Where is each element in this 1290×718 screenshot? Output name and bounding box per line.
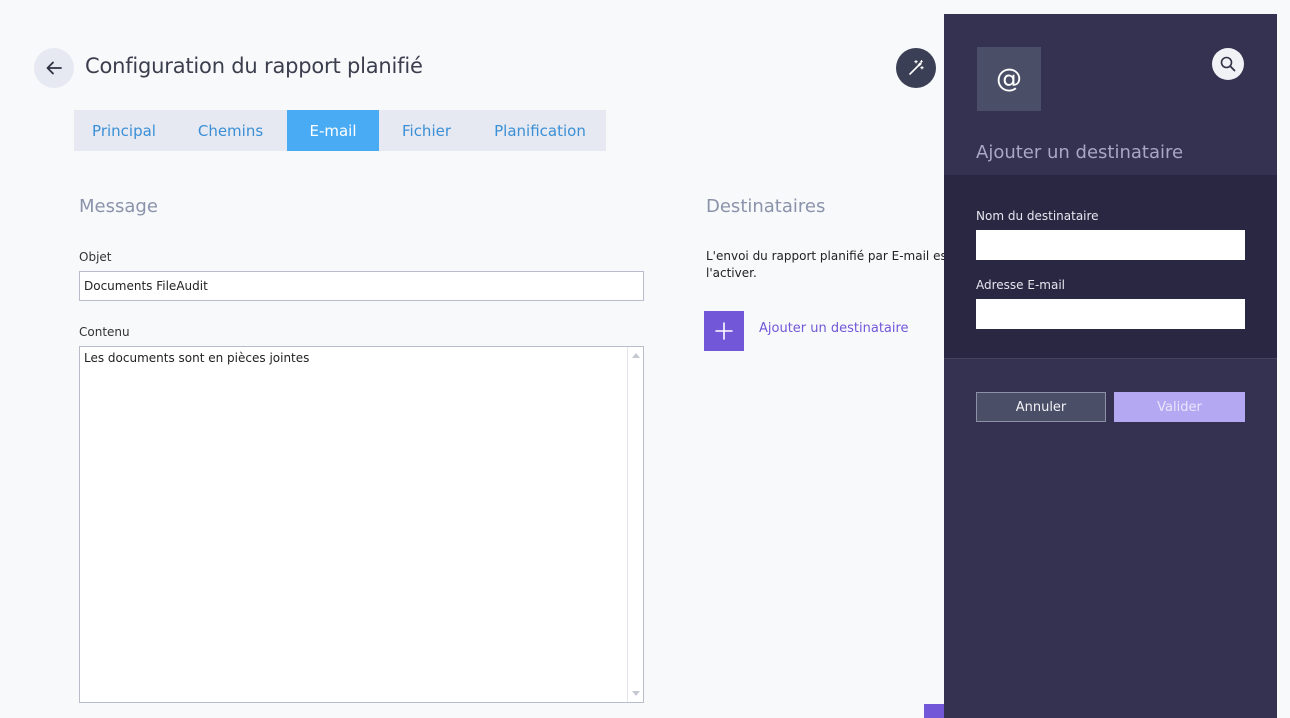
back-button[interactable] [34,48,74,88]
add-recipient-link[interactable]: Ajouter un destinataire [759,321,909,336]
cancel-button[interactable]: Annuler [976,392,1106,422]
scroll-down-icon[interactable] [632,691,640,696]
recipient-name-label: Nom du destinataire [976,209,1099,223]
tab-bar: Principal Chemins E-mail Fichier Planifi… [74,110,606,151]
content-text: Les documents sont en pièces jointes [84,351,310,365]
arrow-left-icon [46,61,62,75]
magic-wand-icon [909,59,924,75]
recipients-section-title: Destinataires [706,196,826,217]
recipient-email-input[interactable] [976,299,1245,329]
tab-fichier[interactable]: Fichier [379,110,474,151]
panel-search-button[interactable] [1212,48,1244,80]
recipients-description-line1: L'envoi du rapport planifié par E-mail e… [706,249,946,263]
recipients-description-line2: l'activer. [706,266,757,280]
content-label: Contenu [79,325,130,339]
recipients-description: L'envoi du rapport planifié par E-mail e… [706,248,946,282]
search-icon [1220,56,1236,72]
add-recipient-button[interactable] [704,311,744,351]
tab-planification[interactable]: Planification [474,110,606,151]
tab-principal[interactable]: Principal [74,110,174,151]
tab-email[interactable]: E-mail [287,110,379,151]
validate-button[interactable]: Valider [1114,392,1245,422]
recipient-email-label: Adresse E-mail [976,278,1065,292]
scroll-up-icon[interactable] [632,353,640,358]
recipient-form: Nom du destinataire Adresse E-mail [944,175,1277,359]
magic-wand-button[interactable] [896,48,936,88]
content-scrollbar[interactable] [627,347,643,702]
recipient-name-input[interactable] [976,230,1245,260]
content-textarea[interactable]: Les documents sont en pièces jointes [79,346,644,703]
page-title: Configuration du rapport planifié [85,54,423,78]
tab-chemins[interactable]: Chemins [174,110,287,151]
add-recipient-panel: @ Ajouter un destinataire Nom du destina… [944,14,1277,718]
subject-label: Objet [79,250,112,264]
partial-button[interactable] [924,704,944,718]
panel-title: Ajouter un destinataire [976,142,1184,163]
at-sign-icon: @ [977,47,1041,111]
message-section-title: Message [79,196,158,217]
plus-icon [715,322,733,340]
subject-input[interactable] [79,271,644,301]
